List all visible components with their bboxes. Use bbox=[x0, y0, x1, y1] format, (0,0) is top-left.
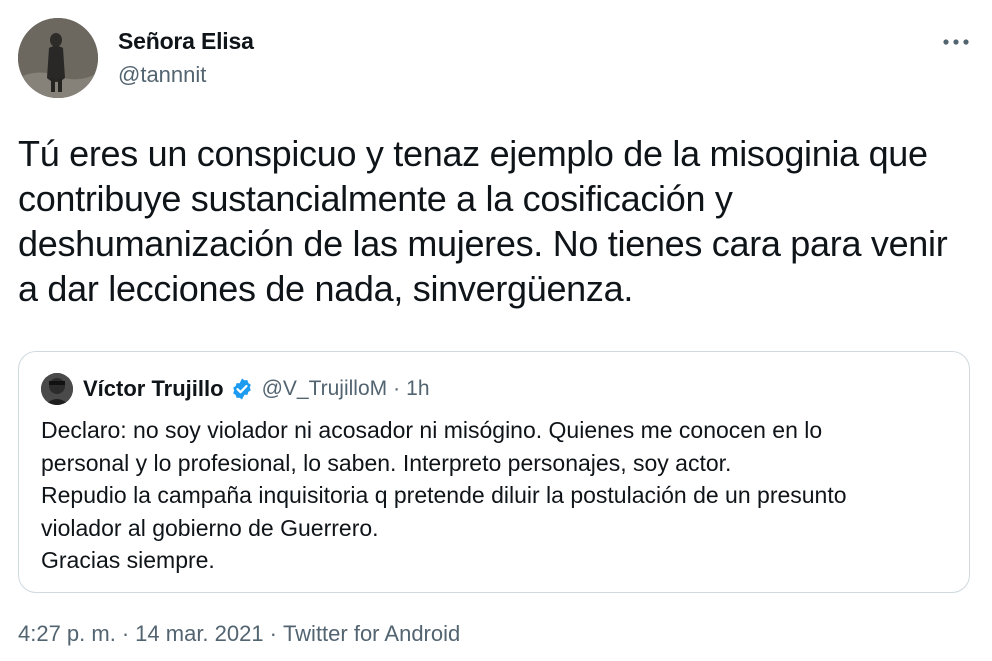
quoted-text-line: personal y lo profesional, lo saben. Int… bbox=[41, 449, 732, 476]
avatar-photo bbox=[18, 18, 98, 98]
author-handle[interactable]: @tannnit bbox=[118, 62, 206, 88]
quoted-text-line: Gracias siempre. bbox=[41, 547, 215, 573]
more-options-button[interactable] bbox=[936, 24, 976, 60]
more-horizontal-icon bbox=[943, 39, 969, 45]
quoted-header: Víctor Trujillo @V_TrujilloM · 1h bbox=[83, 374, 430, 404]
quoted-separator: · bbox=[393, 377, 401, 400]
quoted-text-line: Repudio la campaña inquisitoria q preten… bbox=[41, 482, 847, 508]
tweet-date[interactable]: 14 mar. 2021 bbox=[135, 621, 263, 646]
quoted-avatar-photo bbox=[41, 373, 73, 405]
tweet-time[interactable]: 4:27 p. m. bbox=[18, 621, 116, 646]
quoted-text-line: violador al gobierno de Guerrero. bbox=[41, 514, 379, 541]
quoted-author-avatar[interactable] bbox=[41, 373, 73, 405]
tweet-card: Señora Elisa @tannnit Tú eres un conspic… bbox=[0, 0, 992, 661]
tweet-text: Tú eres un conspicuo y tenaz ejemplo de … bbox=[18, 133, 948, 309]
quoted-author-handle[interactable]: @V_TrujilloM bbox=[262, 377, 388, 401]
meta-separator: · bbox=[121, 621, 130, 646]
quoted-text-line: Declaro: no soy violador ni acosador ni … bbox=[41, 417, 823, 443]
quoted-text: Declaro: no soy violador ni acosador ni … bbox=[41, 414, 951, 577]
meta-separator: · bbox=[269, 621, 277, 646]
quoted-tweet[interactable]: Víctor Trujillo @V_TrujilloM · 1h Declar… bbox=[18, 351, 970, 593]
verified-badge-icon bbox=[230, 377, 254, 401]
tweet-source[interactable]: Twitter for Android bbox=[283, 621, 460, 646]
author-display-name[interactable]: Señora Elisa bbox=[118, 28, 254, 55]
quoted-timestamp[interactable]: 1h bbox=[406, 377, 429, 401]
quoted-author-name[interactable]: Víctor Trujillo bbox=[83, 376, 224, 402]
author-avatar[interactable] bbox=[18, 18, 98, 98]
tweet-meta: 4:27 p. m. · 14 mar. 2021 · Twitter for Andr… bbox=[18, 621, 460, 647]
